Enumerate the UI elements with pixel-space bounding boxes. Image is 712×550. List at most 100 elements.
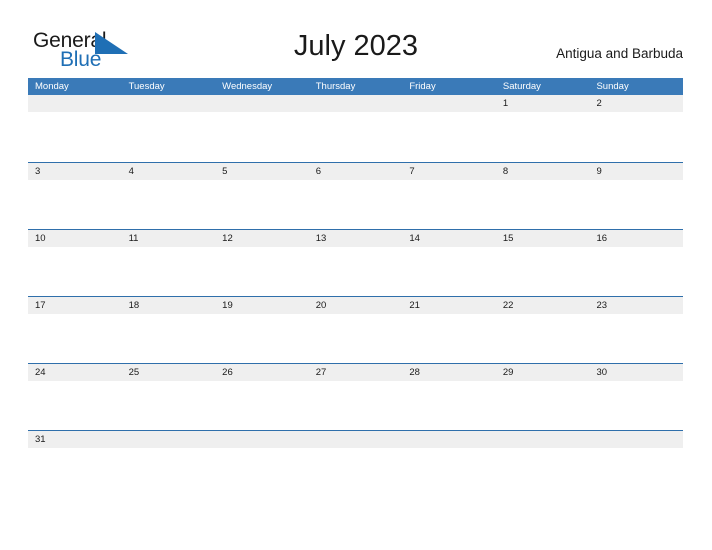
calendar-day-cell[interactable]: 5 xyxy=(215,163,309,229)
calendar-day-cell[interactable]: 2 xyxy=(589,95,684,162)
calendar-day-cell[interactable]: 25 xyxy=(121,364,216,430)
calendar-weeks: 1 2 3 4 5 6 7 8 9 10 11 12 13 14 15 16 17 18 19 20 21 22 23 24 2… xyxy=(28,95,684,497)
weekday-header-wednesday: Wednesday xyxy=(222,81,273,92)
day-number: 30 xyxy=(596,367,608,378)
day-number: 10 xyxy=(35,233,46,244)
day-number: 12 xyxy=(222,233,233,244)
calendar-day-cell[interactable]: 15 xyxy=(495,230,590,296)
weekday-header-monday: Monday xyxy=(35,81,69,92)
calendar-day-cell[interactable]: 17 xyxy=(28,297,122,363)
calendar-day-cell[interactable]: 24 xyxy=(28,364,122,430)
calendar-day-cell[interactable]: 28 xyxy=(402,364,496,430)
day-number-band xyxy=(215,431,309,448)
day-number: 29 xyxy=(502,367,514,378)
day-number-band xyxy=(589,431,684,448)
calendar-week-row: 12 xyxy=(28,95,684,162)
day-number: 5 xyxy=(222,166,228,177)
calendar-day-cell-empty[interactable] xyxy=(28,95,122,162)
calendar-day-cell-empty[interactable] xyxy=(121,95,216,162)
day-number-band xyxy=(308,163,403,180)
day-number: 18 xyxy=(128,300,140,311)
calendar-day-cell-empty[interactable] xyxy=(215,431,309,497)
day-number: 31 xyxy=(35,434,46,445)
day-number: 19 xyxy=(222,300,233,311)
day-number: 2 xyxy=(596,98,602,109)
weekday-header-tuesday: Tuesday xyxy=(128,81,165,92)
calendar-day-cell[interactable]: 20 xyxy=(308,297,403,363)
day-number: 3 xyxy=(35,166,41,177)
day-number-band xyxy=(28,95,122,112)
calendar-day-cell[interactable]: 27 xyxy=(308,364,403,430)
day-number-band xyxy=(121,95,216,112)
weekday-header-friday: Friday xyxy=(409,81,436,92)
calendar-day-cell-empty[interactable] xyxy=(215,95,309,162)
day-number-band xyxy=(589,95,684,112)
calendar-day-cell[interactable]: 18 xyxy=(121,297,216,363)
day-number-band xyxy=(308,95,403,112)
weekday-header-sunday: Sunday xyxy=(596,81,629,92)
calendar-week-row: 3 4 5 6 7 8 9 xyxy=(28,162,684,229)
calendar-grid: Monday Tuesday Wednesday Thursday Friday… xyxy=(28,78,684,497)
day-number: 4 xyxy=(128,166,134,177)
day-number-band xyxy=(495,431,590,448)
weekday-header-saturday: Saturday xyxy=(502,81,541,92)
calendar-day-cell[interactable]: 19 xyxy=(215,297,309,363)
day-number: 6 xyxy=(315,166,322,177)
day-number: 7 xyxy=(409,166,415,177)
weekday-header-thursday: Thursday xyxy=(315,81,356,92)
calendar-day-cell[interactable]: 1 xyxy=(495,95,590,162)
day-number-band xyxy=(402,95,496,112)
calendar-day-cell[interactable]: 8 xyxy=(495,163,590,229)
calendar-day-cell[interactable]: 12 xyxy=(215,230,309,296)
weekday-header-row: Monday Tuesday Wednesday Thursday Friday… xyxy=(28,78,683,95)
day-number: 16 xyxy=(596,233,608,244)
calendar-day-cell[interactable]: 29 xyxy=(495,364,590,430)
calendar-day-cell[interactable]: 11 xyxy=(121,230,216,296)
calendar-day-cell-empty[interactable] xyxy=(402,431,496,497)
day-number-band xyxy=(215,163,309,180)
calendar-day-cell[interactable]: 6 xyxy=(308,163,403,229)
day-number-band xyxy=(402,163,496,180)
day-number: 24 xyxy=(35,367,46,378)
calendar-day-cell[interactable]: 21 xyxy=(402,297,496,363)
calendar-day-cell-empty[interactable] xyxy=(589,431,684,497)
calendar-day-cell-empty[interactable] xyxy=(308,431,403,497)
calendar-day-cell[interactable]: 9 xyxy=(589,163,684,229)
calendar-day-cell-empty[interactable] xyxy=(495,431,590,497)
day-number: 9 xyxy=(596,166,602,177)
day-number-band xyxy=(308,431,403,448)
calendar-day-cell-empty[interactable] xyxy=(402,95,496,162)
region-label: Antigua and Barbuda xyxy=(556,46,683,61)
day-number: 25 xyxy=(128,367,140,378)
calendar-week-row: 24 25 26 27 28 29 30 xyxy=(28,363,684,430)
calendar-week-row: 10 11 12 13 14 15 16 xyxy=(28,229,684,296)
day-number: 8 xyxy=(502,166,509,177)
calendar-week-row: 17 18 19 20 21 22 23 xyxy=(28,296,684,363)
day-number-band xyxy=(495,95,590,112)
calendar-day-cell[interactable]: 13 xyxy=(308,230,403,296)
day-number: 21 xyxy=(409,300,420,311)
day-number: 23 xyxy=(596,300,608,311)
calendar-day-cell[interactable]: 14 xyxy=(402,230,496,296)
calendar-day-cell-empty[interactable] xyxy=(121,431,216,497)
calendar-day-cell[interactable]: 10 xyxy=(28,230,122,296)
day-number: 20 xyxy=(315,300,327,311)
calendar-day-cell[interactable]: 3 xyxy=(28,163,122,229)
calendar-day-cell[interactable]: 31 xyxy=(28,431,122,497)
calendar-day-cell-empty[interactable] xyxy=(308,95,403,162)
day-number: 17 xyxy=(35,300,46,311)
calendar-day-cell[interactable]: 4 xyxy=(121,163,216,229)
day-number: 14 xyxy=(409,233,420,244)
calendar-day-cell[interactable]: 26 xyxy=(215,364,309,430)
day-number-band xyxy=(402,431,496,448)
calendar-day-cell[interactable]: 7 xyxy=(402,163,496,229)
calendar-day-cell[interactable]: 23 xyxy=(589,297,684,363)
calendar-day-cell[interactable]: 16 xyxy=(589,230,684,296)
calendar-day-cell[interactable]: 22 xyxy=(495,297,590,363)
day-number: 22 xyxy=(502,300,514,311)
day-number-band xyxy=(121,431,216,448)
day-number: 1 xyxy=(502,98,509,109)
day-number-band xyxy=(495,163,590,180)
calendar-day-cell[interactable]: 30 xyxy=(589,364,684,430)
page-header: General Blue July 2023 Antigua and Barbu… xyxy=(0,0,712,78)
